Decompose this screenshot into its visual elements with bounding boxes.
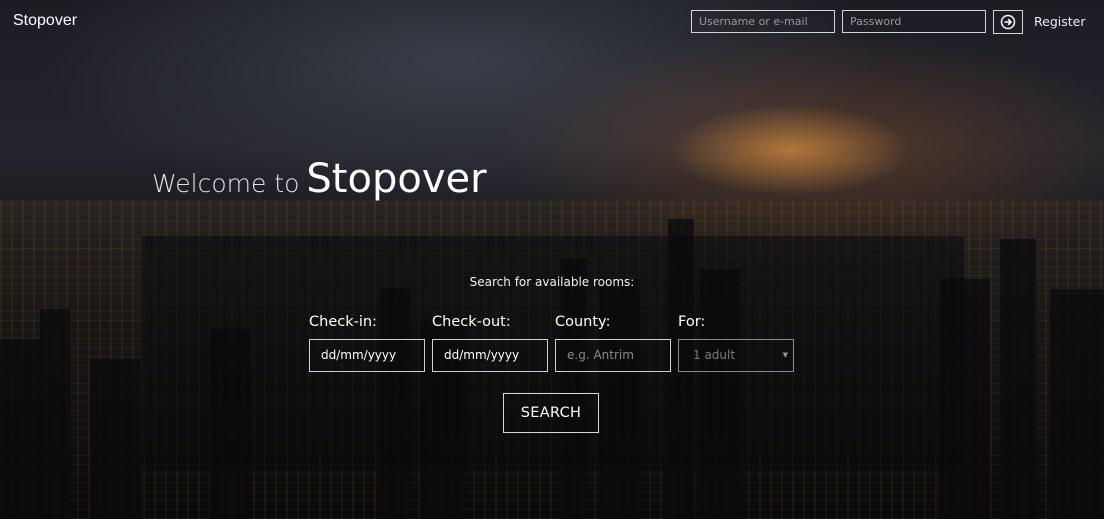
guests-select-value: 1 adult (693, 348, 736, 362)
search-panel (142, 236, 964, 469)
page-root: Stopover Register Welcome toStopover Sea… (0, 0, 1104, 519)
arrow-right-circle-icon (1000, 14, 1016, 30)
brand-logo[interactable]: Stopover (13, 12, 77, 30)
search-caption: Search for available rooms: (469, 275, 635, 289)
welcome-heading: Welcome to Stopover (152, 156, 487, 202)
checkout-label: Check-out: (432, 314, 511, 330)
login-button[interactable] (993, 10, 1023, 34)
guests-select[interactable]: 1 adult ▼ (678, 339, 794, 372)
username-input[interactable] (691, 10, 835, 33)
welcome-brand: Stopover (306, 156, 487, 202)
checkout-date-input[interactable]: dd/mm/yyyy (432, 339, 548, 372)
checkin-label: Check-in: (309, 314, 377, 330)
county-label: County: (555, 314, 611, 330)
for-label: For: (678, 314, 706, 330)
register-link[interactable]: Register (1034, 14, 1085, 29)
county-input[interactable]: e.g. Antrim (555, 339, 671, 372)
dropdown-caret-icon: ▼ (782, 351, 788, 359)
welcome-prefix: Welcome to (152, 169, 300, 198)
password-input[interactable] (842, 10, 986, 33)
checkin-date-input[interactable]: dd/mm/yyyy (309, 339, 425, 372)
search-button[interactable]: SEARCH (503, 393, 599, 433)
